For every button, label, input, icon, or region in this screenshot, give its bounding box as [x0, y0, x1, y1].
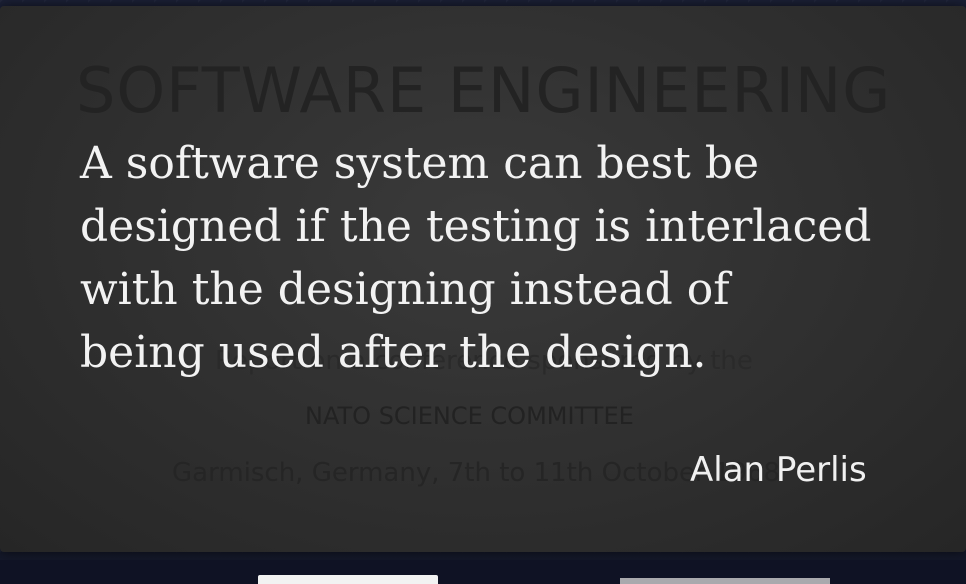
presentation-slide: SOFTWARE ENGINEERING Report on a confere…: [0, 6, 966, 552]
bottom-center-logo-fragment: [258, 575, 438, 584]
bottom-right-text-fragment: [620, 578, 830, 584]
background-location-date: Garmisch, Germany, 7th to 11th October 1…: [172, 458, 781, 488]
quote-line: designed if the testing is interlaced: [80, 201, 872, 252]
quote-line: being used after the design.: [80, 327, 707, 378]
quote-line: A software system can best be: [80, 138, 760, 189]
quote-line: with the designing instead of: [80, 264, 730, 315]
bottom-left-logo-fragment: [0, 572, 70, 584]
background-document-title: SOFTWARE ENGINEERING: [76, 54, 892, 127]
quote-attribution: Alan Perlis: [690, 450, 867, 490]
video-frame: SOFTWARE ENGINEERING Report on a confere…: [0, 0, 966, 584]
quote-text: A software system can best be designed i…: [80, 132, 940, 384]
background-committee: NATO SCIENCE COMMITTEE: [305, 402, 634, 430]
